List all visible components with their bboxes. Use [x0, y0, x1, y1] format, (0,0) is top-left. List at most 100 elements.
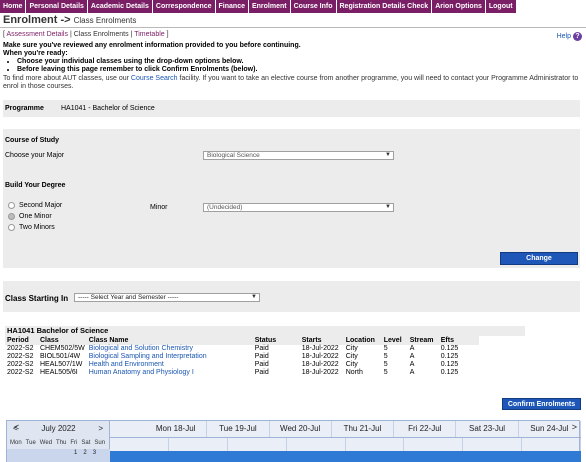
radio-label: Two Minors — [19, 224, 55, 231]
cell-class-name: Human Anatomy and Physiology I — [87, 369, 253, 377]
chevron-down-icon: ▼ — [251, 294, 257, 300]
cell-period: 2022-S2 — [7, 345, 34, 352]
nav-academic-details[interactable]: Academic Details — [87, 0, 153, 13]
day-header: Wed 20-Jul — [270, 421, 332, 437]
separator: | — [130, 31, 133, 38]
page-title: Enrolment -> Class Enrolments — [3, 14, 136, 26]
timetable-calendar: < July 2022 > Mon Tue Wed Thu Fri Sat Su… — [6, 420, 581, 462]
radio-circle[interactable] — [8, 202, 15, 209]
cell-level: 5 — [383, 353, 388, 360]
enrolments-table: HA1041 Bachelor of Science Period Class … — [5, 326, 525, 377]
grid-cell — [346, 438, 405, 451]
weekday-label: Wed — [39, 440, 53, 446]
link-assessment-details[interactable]: Assessment Details — [7, 31, 68, 38]
cell-class-name: Biological Sampling and Interpretation — [87, 353, 253, 361]
top-nav: Home Personal Details Academic Details C… — [0, 0, 586, 13]
info-text-pre: To find more about AUT classes, use our — [3, 75, 129, 82]
semester-select[interactable]: ----- Select Year and Semester ----- ▼ — [74, 293, 260, 302]
cell-efts: 0.125 — [440, 361, 459, 368]
col-efts: Efts — [438, 336, 479, 345]
course-search-link[interactable]: Course Search — [131, 75, 178, 82]
class-name-link[interactable]: Biological and Solution Chemistry — [89, 345, 193, 352]
grid-cell — [404, 438, 464, 451]
nav-arion-options[interactable]: Arion Options — [432, 0, 486, 13]
date-cell[interactable]: 1 — [74, 450, 77, 456]
sub-navigation: [ Assessment Details | Class Enrolments … — [3, 31, 169, 38]
help-icon[interactable]: ? — [573, 32, 582, 41]
confirm-enrolments-button[interactable]: Confirm Enrolments — [502, 398, 581, 410]
col-status: Status — [252, 336, 300, 345]
week-header: < Mon 18-Jul Tue 19-Jul Wed 20-Jul Thu 2… — [14, 421, 581, 437]
bracket-close: ] — [166, 31, 169, 38]
instruction-list: Choose your individual classes using the… — [17, 58, 583, 74]
table-row: 2022-S2 BIOL501/4W Biological Sampling a… — [5, 353, 479, 361]
nav-course-info[interactable]: Course Info — [290, 0, 337, 13]
cell-starts: 18-Jul-2022 — [301, 369, 339, 376]
nav-logout[interactable]: Logout — [485, 0, 517, 13]
link-timetable[interactable]: Timetable — [134, 31, 164, 38]
cell-stream: A — [409, 369, 415, 376]
cell-efts: 0.125 — [440, 353, 459, 360]
radio-label: One Minor — [19, 213, 52, 220]
grid-cell — [463, 438, 523, 451]
next-week-icon[interactable]: > — [572, 422, 577, 432]
nav-enrolment[interactable]: Enrolment — [248, 0, 291, 13]
grid-cell — [169, 438, 228, 451]
instruction-line-2: When you're ready: — [3, 50, 68, 57]
table-header-row: Period Class Class Name Status Starts Lo… — [5, 336, 479, 345]
cell-level: 5 — [383, 345, 388, 352]
build-degree-heading: Build Your Degree — [5, 182, 66, 189]
cell-location: City — [345, 361, 358, 368]
major-select[interactable]: Biological Science ▼ — [203, 151, 394, 160]
nav-correspondence[interactable]: Correspondence — [152, 0, 216, 13]
major-select-value: Biological Science — [207, 152, 260, 159]
radio-two-minors[interactable]: Two Minors — [8, 224, 55, 231]
radio-circle[interactable] — [8, 213, 15, 220]
radio-second-major[interactable]: Second Major — [8, 202, 62, 209]
nav-personal-details[interactable]: Personal Details — [26, 0, 88, 13]
course-of-study-panel: Course of Study Choose your Major Biolog… — [3, 129, 580, 268]
cell-class-name: Health and Environment — [87, 361, 253, 369]
semester-select-value: ----- Select Year and Semester ----- — [78, 294, 179, 301]
next-month-icon[interactable]: > — [98, 424, 103, 433]
cell-status: Paid — [254, 361, 269, 368]
class-name-link[interactable]: Biological Sampling and Interpretation — [89, 353, 207, 360]
cell-starts: 18-Jul-2022 — [301, 353, 339, 360]
minor-label: Minor — [150, 204, 168, 211]
cell-period: 2022-S2 — [7, 369, 34, 376]
minor-select-value: (Undecided) — [207, 204, 243, 211]
weekday-label: Mon — [10, 440, 22, 446]
programme-label: Programme — [5, 105, 44, 112]
nav-home[interactable]: Home — [0, 0, 27, 13]
class-name-link[interactable]: Human Anatomy and Physiology I — [89, 369, 194, 376]
radio-circle[interactable] — [8, 224, 15, 231]
header-divider — [0, 27, 586, 28]
course-of-study-heading: Course of Study — [5, 137, 60, 144]
help-label[interactable]: Help — [557, 33, 571, 40]
chevron-down-icon: ▼ — [385, 152, 391, 158]
radio-one-minor[interactable]: One Minor — [8, 213, 52, 220]
nav-registration-details-check[interactable]: Registration Details Check — [336, 0, 433, 13]
cell-class: HEAL507/1W — [40, 361, 83, 368]
class-name-link[interactable]: Health and Environment — [89, 361, 164, 368]
cell-stream: A — [409, 353, 415, 360]
help-link[interactable]: Help ? — [557, 32, 582, 41]
chevron-down-icon: ▼ — [385, 204, 391, 210]
cell-period: 2022-S2 — [7, 353, 34, 360]
cell-location: City — [345, 353, 358, 360]
nav-finance[interactable]: Finance — [215, 0, 249, 13]
calendar-time-grid — [110, 451, 581, 462]
grid-cell — [522, 438, 581, 451]
minor-select[interactable]: (Undecided) ▼ — [203, 203, 394, 212]
date-cell[interactable]: 3 — [93, 450, 96, 456]
cell-class: BIOL501/4W — [40, 353, 81, 360]
change-button[interactable]: Change — [500, 252, 578, 265]
page-title-arrow: -> — [60, 14, 71, 26]
prev-week-icon[interactable]: < — [14, 422, 19, 432]
weekday-label: Tue — [25, 440, 36, 446]
mini-calendar: < July 2022 > Mon Tue Wed Thu Fri Sat Su… — [7, 421, 110, 462]
date-cell[interactable]: 2 — [83, 450, 86, 456]
class-starting-label: Class Starting In — [5, 294, 69, 303]
major-label: Choose your Major — [5, 152, 65, 159]
grid-cell — [110, 438, 169, 451]
